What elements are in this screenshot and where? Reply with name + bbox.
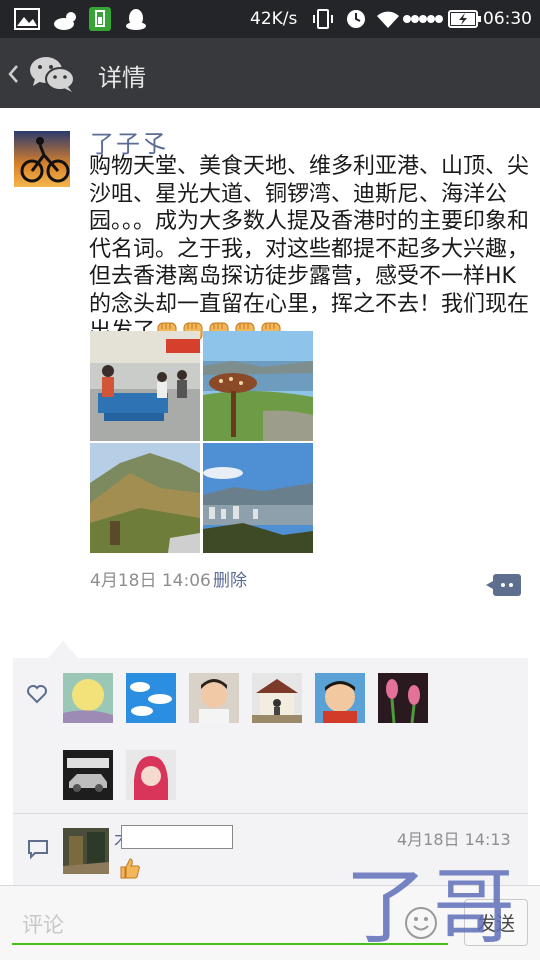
panel-divider — [13, 813, 528, 814]
qq-icon — [126, 9, 146, 30]
title-bar: 详情 — [0, 38, 540, 108]
vibrate-icon — [313, 9, 333, 29]
clock-time: 06:30 — [483, 9, 532, 29]
post-photo-mountain[interactable] — [90, 443, 200, 553]
alarm-clock-icon — [347, 10, 365, 28]
post-photo-airport[interactable] — [90, 331, 200, 441]
wifi-icon — [377, 11, 399, 28]
liker-avatar[interactable] — [63, 750, 113, 800]
post-content: 购物天堂、美食天地、维多利亚港、山顶、尖沙咀、星光大道、铜锣湾、迪斯尼、海洋公园… — [89, 153, 529, 346]
status-bar: 42K/s 06:30 — [0, 0, 540, 38]
liker-avatar[interactable] — [126, 750, 176, 800]
weather-cloud-icon — [54, 12, 76, 30]
comment-bubble-icon — [28, 840, 48, 860]
panel-pointer — [47, 641, 79, 659]
liker-avatar[interactable] — [63, 673, 113, 723]
send-button[interactable]: 发送 — [464, 899, 528, 946]
commenter-avatar[interactable] — [63, 828, 109, 874]
wechat-icon — [30, 57, 75, 92]
delete-link[interactable]: 删除 — [213, 566, 247, 591]
liker-avatar[interactable] — [252, 673, 302, 723]
chevron-left-icon — [8, 65, 18, 83]
post-photo-city-view[interactable] — [203, 443, 313, 553]
liker-avatar[interactable] — [378, 673, 428, 723]
author-avatar[interactable] — [14, 131, 70, 187]
name-redaction-box — [121, 825, 233, 849]
gallery-icon — [14, 8, 40, 30]
back-button[interactable] — [6, 52, 86, 96]
battery-app-icon — [89, 7, 111, 31]
liker-avatar[interactable] — [315, 673, 365, 723]
smiley-icon[interactable] — [404, 906, 438, 940]
thumbs-up-icon — [120, 858, 140, 879]
post-text: 购物天堂、美食天地、维多利亚港、山顶、尖沙咀、星光大道、铜锣湾、迪斯尼、海洋公园… — [89, 154, 530, 344]
comment-input[interactable] — [12, 905, 448, 945]
liker-avatar[interactable] — [189, 673, 239, 723]
signal-dots-icon — [403, 15, 443, 23]
network-speed: 42K/s — [250, 9, 298, 29]
post-photo-seaside-sign[interactable] — [203, 331, 313, 441]
post-timestamp: 4月18日 14:06 — [90, 571, 211, 591]
battery-charging-icon — [448, 10, 481, 28]
comment-menu-button[interactable] — [486, 574, 521, 596]
page-title: 详情 — [98, 64, 146, 92]
liker-avatar[interactable] — [126, 673, 176, 723]
comment-timestamp: 4月18日 14:13 — [397, 830, 511, 849]
heart-icon — [27, 685, 47, 704]
